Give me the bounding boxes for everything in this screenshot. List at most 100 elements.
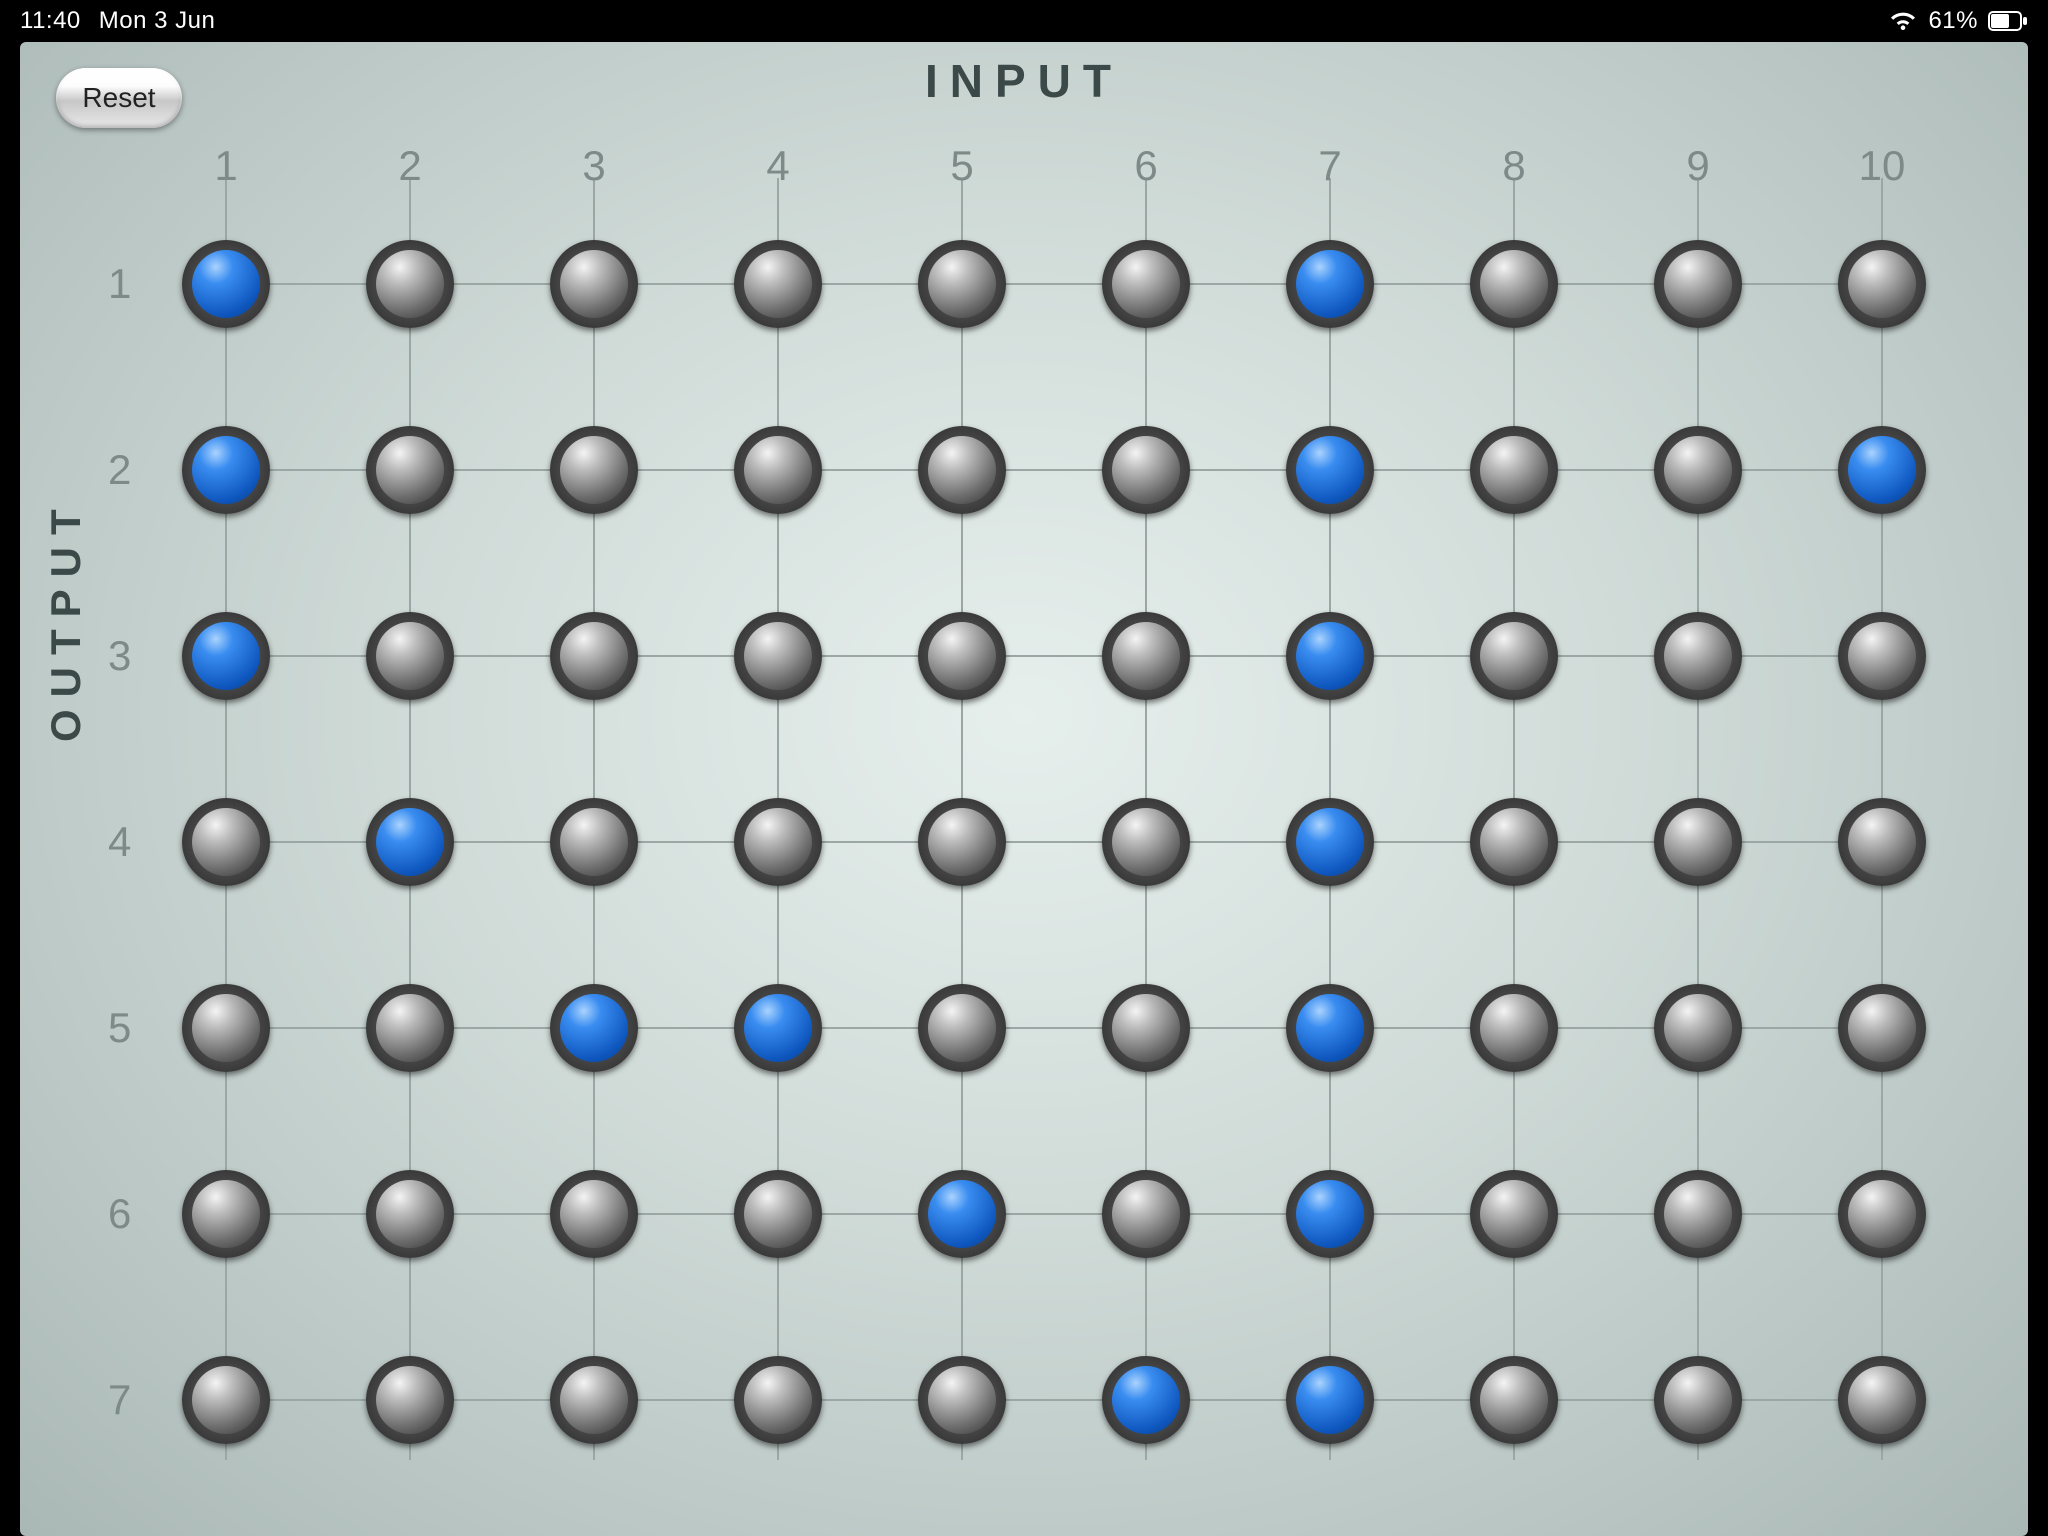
patch-node[interactable] [1286,240,1374,328]
patch-node[interactable] [182,240,270,328]
patch-node[interactable] [1470,984,1558,1072]
patch-node[interactable] [1102,798,1190,886]
grid-hline [226,469,1882,471]
patch-node[interactable] [1286,612,1374,700]
patch-node[interactable] [1102,426,1190,514]
patch-node[interactable] [918,798,1006,886]
patch-node[interactable] [182,984,270,1072]
patch-node[interactable] [1838,426,1926,514]
patch-node[interactable] [1470,240,1558,328]
grid-hline [226,655,1882,657]
patch-node[interactable] [550,1170,638,1258]
patch-node[interactable] [918,426,1006,514]
patch-node[interactable] [1102,1356,1190,1444]
input-heading: INPUT [20,54,2028,108]
row-label: 4 [108,818,131,866]
patch-node[interactable] [918,240,1006,328]
patch-node[interactable] [1654,1356,1742,1444]
patch-node[interactable] [918,612,1006,700]
patch-node[interactable] [550,1356,638,1444]
patch-node[interactable] [734,798,822,886]
grid-hline [226,1213,1882,1215]
patch-node[interactable] [366,612,454,700]
column-label: 5 [950,142,973,190]
column-label: 4 [766,142,789,190]
patch-node[interactable] [1286,798,1374,886]
wifi-icon [1888,10,1918,32]
patch-node[interactable] [1654,1170,1742,1258]
column-label: 7 [1318,142,1341,190]
patch-node[interactable] [1102,612,1190,700]
patch-node[interactable] [918,1170,1006,1258]
column-label: 3 [582,142,605,190]
patch-node[interactable] [734,612,822,700]
patch-node[interactable] [366,1356,454,1444]
grid-hline [226,1399,1882,1401]
output-heading: OUTPUT [42,497,90,742]
column-label: 8 [1502,142,1525,190]
column-label: 9 [1686,142,1709,190]
patch-node[interactable] [1654,612,1742,700]
patch-node[interactable] [366,1170,454,1258]
patch-node[interactable] [550,426,638,514]
patch-node[interactable] [550,798,638,886]
matrix-panel: Reset INPUT OUTPUT 123456789101234567 [20,42,2028,1536]
patch-node[interactable] [182,1170,270,1258]
patch-node[interactable] [1286,984,1374,1072]
patch-node[interactable] [182,612,270,700]
battery-icon [1988,11,2028,31]
patch-node[interactable] [1838,1170,1926,1258]
patch-node[interactable] [734,240,822,328]
patch-node[interactable] [366,984,454,1072]
patch-node[interactable] [366,240,454,328]
patch-node[interactable] [1470,612,1558,700]
patch-node[interactable] [1838,984,1926,1072]
patch-node[interactable] [1102,240,1190,328]
grid-hline [226,1027,1882,1029]
patch-node[interactable] [1470,1170,1558,1258]
row-label: 6 [108,1190,131,1238]
grid-hline [226,841,1882,843]
patch-node[interactable] [1286,1356,1374,1444]
patch-node[interactable] [918,1356,1006,1444]
patch-node[interactable] [1838,612,1926,700]
patch-node[interactable] [1470,1356,1558,1444]
patch-node[interactable] [1286,1170,1374,1258]
grid-hline [226,283,1882,285]
status-battery-pct: 61% [1928,7,1978,35]
patch-node[interactable] [734,426,822,514]
patch-node[interactable] [366,798,454,886]
patch-node[interactable] [182,798,270,886]
row-label: 3 [108,632,131,680]
patch-node[interactable] [734,984,822,1072]
status-time: 11:40 [20,7,81,35]
row-label: 5 [108,1004,131,1052]
patch-node[interactable] [1654,240,1742,328]
patch-node[interactable] [1286,426,1374,514]
patch-node[interactable] [182,426,270,514]
patch-node[interactable] [550,612,638,700]
patch-node[interactable] [1654,984,1742,1072]
column-label: 6 [1134,142,1157,190]
patch-node[interactable] [366,426,454,514]
patch-node[interactable] [550,984,638,1072]
device-status-bar: 11:40 Mon 3 Jun 61% [0,0,2048,42]
patch-node[interactable] [734,1170,822,1258]
column-label: 1 [214,142,237,190]
patch-node[interactable] [1654,426,1742,514]
row-label: 7 [108,1376,131,1424]
patch-node[interactable] [1838,240,1926,328]
patch-node[interactable] [1470,426,1558,514]
patch-node[interactable] [1838,798,1926,886]
patch-node[interactable] [1102,1170,1190,1258]
column-label: 2 [398,142,421,190]
patch-node[interactable] [182,1356,270,1444]
patch-node[interactable] [918,984,1006,1072]
patch-node[interactable] [550,240,638,328]
patch-node[interactable] [1654,798,1742,886]
patch-node[interactable] [734,1356,822,1444]
patch-node[interactable] [1838,1356,1926,1444]
patch-node[interactable] [1470,798,1558,886]
patch-node[interactable] [1102,984,1190,1072]
status-date: Mon 3 Jun [99,7,216,35]
